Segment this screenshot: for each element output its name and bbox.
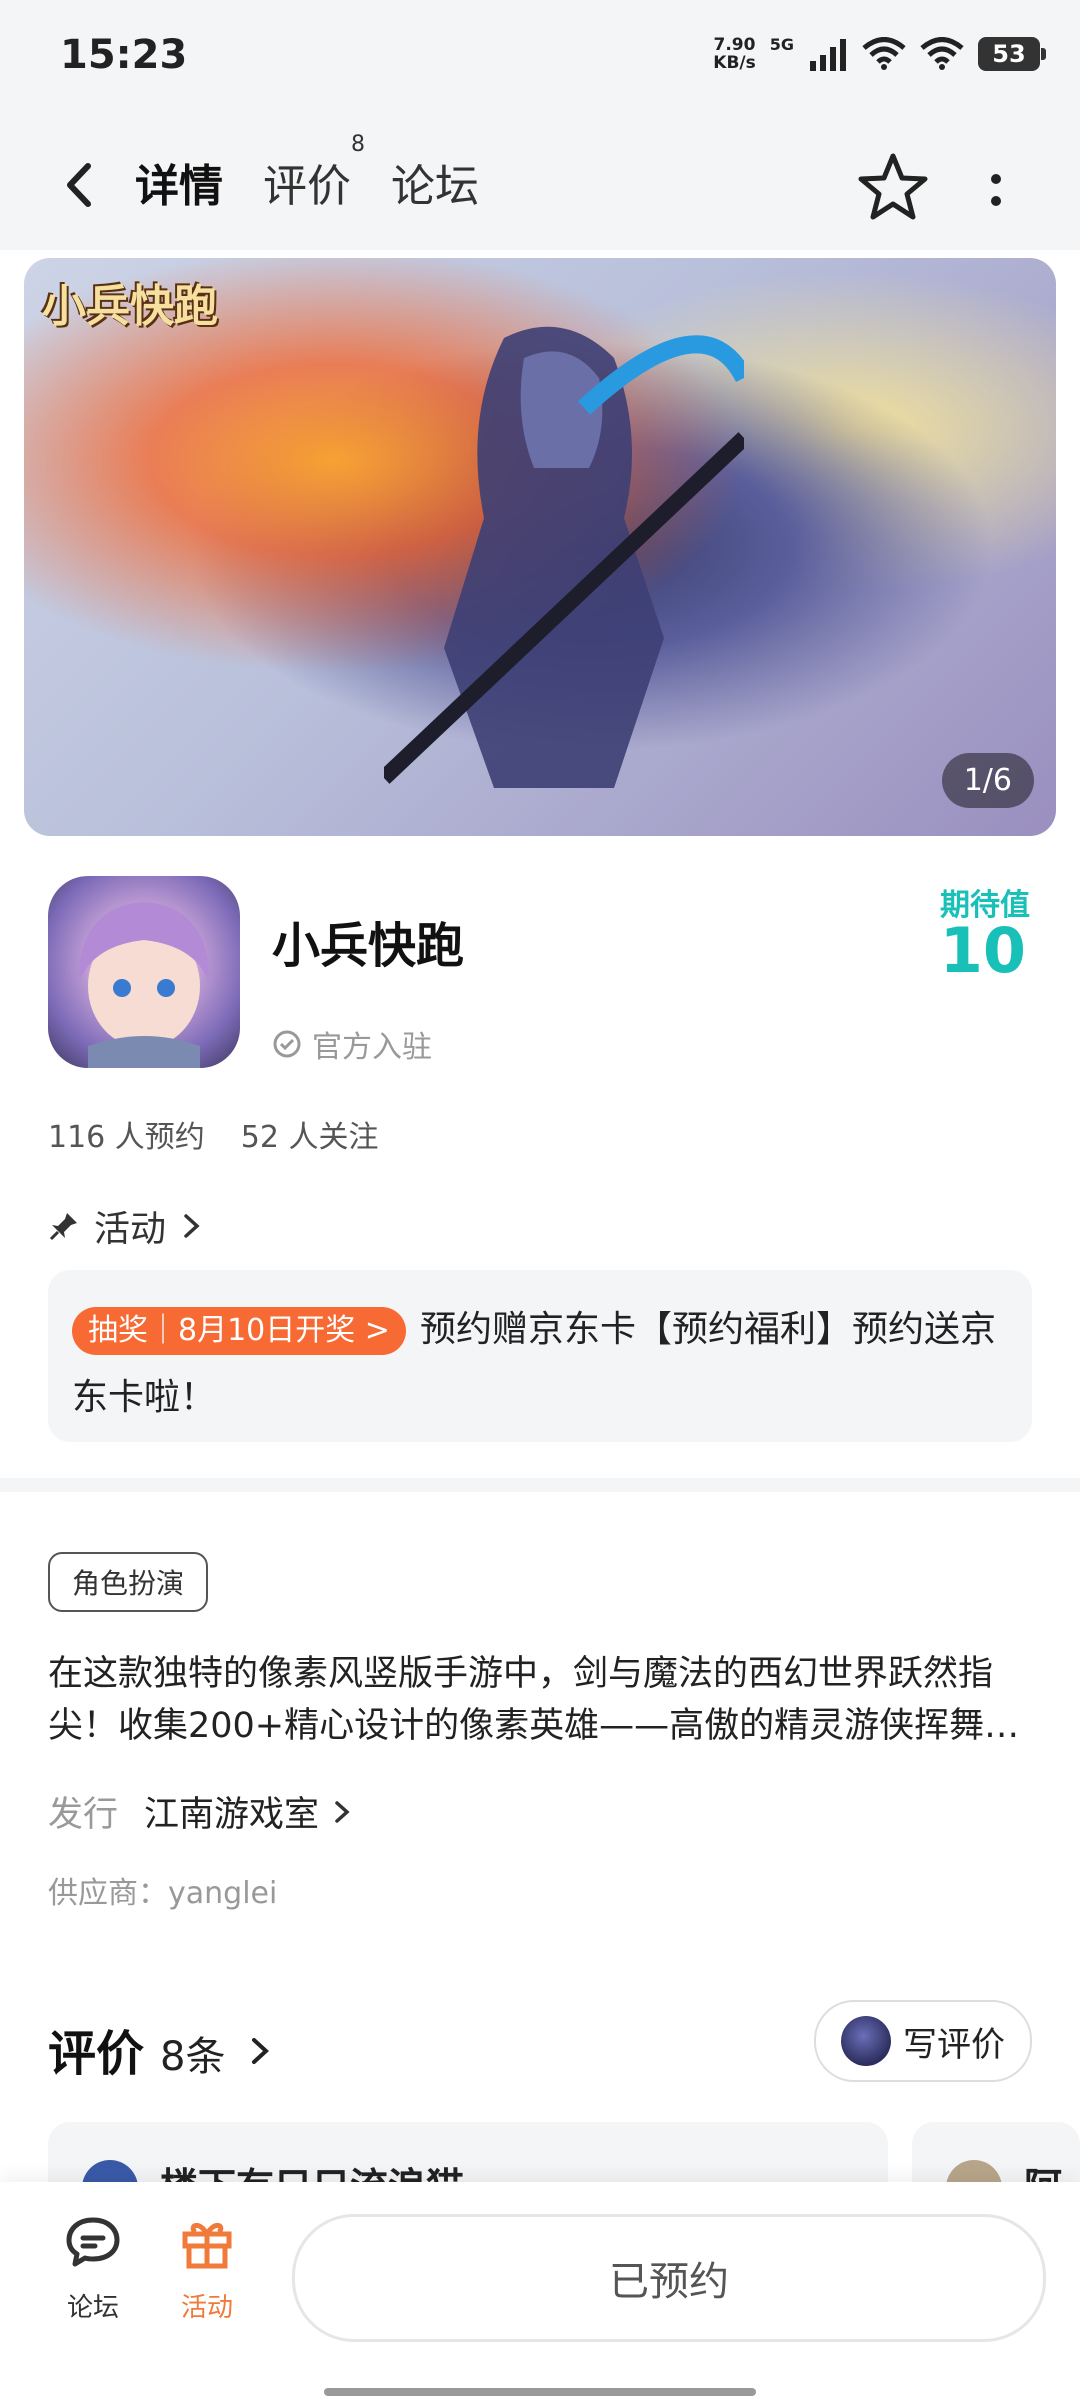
reviews-count: 8条	[160, 2034, 226, 2080]
network-type: 5G	[769, 34, 794, 54]
stats-row: 116 人预约 52 人关注	[48, 1112, 379, 1156]
expectation-value: 10	[939, 914, 1026, 987]
nav-activity[interactable]: 活动	[162, 2212, 252, 2324]
battery-icon: 53	[978, 37, 1046, 71]
chevron-right-icon	[335, 1800, 350, 1823]
app-name: 小兵快跑	[272, 918, 465, 974]
tab-forum[interactable]: 论坛	[391, 150, 479, 222]
pin-icon	[49, 1213, 77, 1241]
cellular-signal-icon	[810, 39, 846, 71]
activity-title: 活动	[94, 1209, 167, 1250]
gift-icon	[182, 2223, 232, 2269]
home-indicator[interactable]	[324, 2388, 756, 2396]
bottom-action-bar: 论坛 活动 已预约	[0, 2182, 1080, 2400]
nav-forum[interactable]: 论坛	[48, 2212, 138, 2324]
reservation-count: 116 人预约	[48, 1120, 205, 1155]
knight-artwork	[384, 326, 744, 788]
nav-activity-label: 活动	[180, 2293, 233, 2323]
official-badge: 官方入驻	[272, 1022, 432, 1066]
publisher-row[interactable]: 发行 江南游戏室	[48, 1786, 353, 1837]
more-options-icon[interactable]	[978, 160, 1014, 220]
section-divider	[0, 1478, 1080, 1492]
lottery-tag: 抽奖｜8月10日开奖 >	[72, 1307, 406, 1355]
chevron-right-icon	[252, 2038, 270, 2064]
forum-chat-icon	[66, 2217, 120, 2267]
reviews-title: 评价	[48, 2026, 145, 2082]
activity-content: 抽奖｜8月10日开奖 > 预约赠京东卡【预约福利】预约送京东卡啦！	[72, 1296, 1008, 1432]
back-arrow-icon[interactable]	[56, 160, 106, 210]
tab-bar: 详情 评价 8 论坛	[131, 132, 479, 222]
status-time: 15:23	[60, 32, 188, 78]
more-dot	[991, 174, 1001, 184]
reviews-header[interactable]: 评价 8条	[48, 2014, 273, 2084]
net-speed-unit: KB/s	[713, 53, 756, 73]
status-icons: 7.90 KB/s 5G 53	[713, 34, 1046, 72]
screenshot-banner[interactable]: 小兵快跑 1/6	[24, 258, 1056, 836]
activity-section-header[interactable]: 活动	[48, 1200, 204, 1252]
genre-tag[interactable]: 角色扮演	[48, 1552, 209, 1612]
check-circle-icon	[273, 1030, 301, 1058]
image-counter: 1/6	[941, 753, 1034, 808]
write-review-label: 写评价	[903, 2024, 1005, 2065]
follower-count: 52 人关注	[240, 1120, 379, 1155]
activity-card[interactable]: 抽奖｜8月10日开奖 > 预约赠京东卡【预约福利】预约送京东卡啦！	[48, 1270, 1032, 1442]
app-icon	[48, 876, 240, 1068]
publisher-label: 发行	[48, 1795, 119, 1835]
favorite-star-icon[interactable]	[855, 150, 931, 226]
tab-reviews-badge: 8	[351, 132, 365, 157]
official-label: 官方入驻	[312, 1030, 432, 1065]
supplier-info: 供应商：yanglei	[48, 1876, 278, 1911]
more-dot	[991, 196, 1001, 206]
tab-reviews-label: 评价	[263, 161, 351, 212]
reserved-button[interactable]: 已预约	[292, 2214, 1046, 2342]
write-review-button[interactable]: 写评价	[814, 2000, 1032, 2082]
user-avatar	[841, 2016, 891, 2066]
game-description[interactable]: 在这款独特的像素风竖版手游中，剑与魔法的西幻世界跃然指尖！收集200+精心设计的…	[48, 1648, 1038, 1752]
status-bar: 15:23 7.90 KB/s 5G 53	[0, 0, 1080, 120]
tab-reviews[interactable]: 评价 8	[263, 132, 365, 222]
tab-details[interactable]: 详情	[131, 150, 227, 222]
tab-details-label: 详情	[135, 161, 223, 212]
wifi-icon	[862, 37, 906, 70]
tab-forum-label: 论坛	[391, 161, 479, 212]
net-speed-value: 7.90	[713, 35, 756, 55]
publisher-name: 江南游戏室	[144, 1795, 320, 1835]
wifi-icon-secondary	[920, 37, 964, 70]
nav-forum-label: 论坛	[66, 2293, 119, 2323]
chevron-right-icon	[184, 1214, 200, 1238]
net-speed: 7.90 KB/s	[713, 36, 755, 72]
app-icon-character	[78, 902, 210, 1068]
game-logo: 小兵快跑	[42, 281, 218, 332]
